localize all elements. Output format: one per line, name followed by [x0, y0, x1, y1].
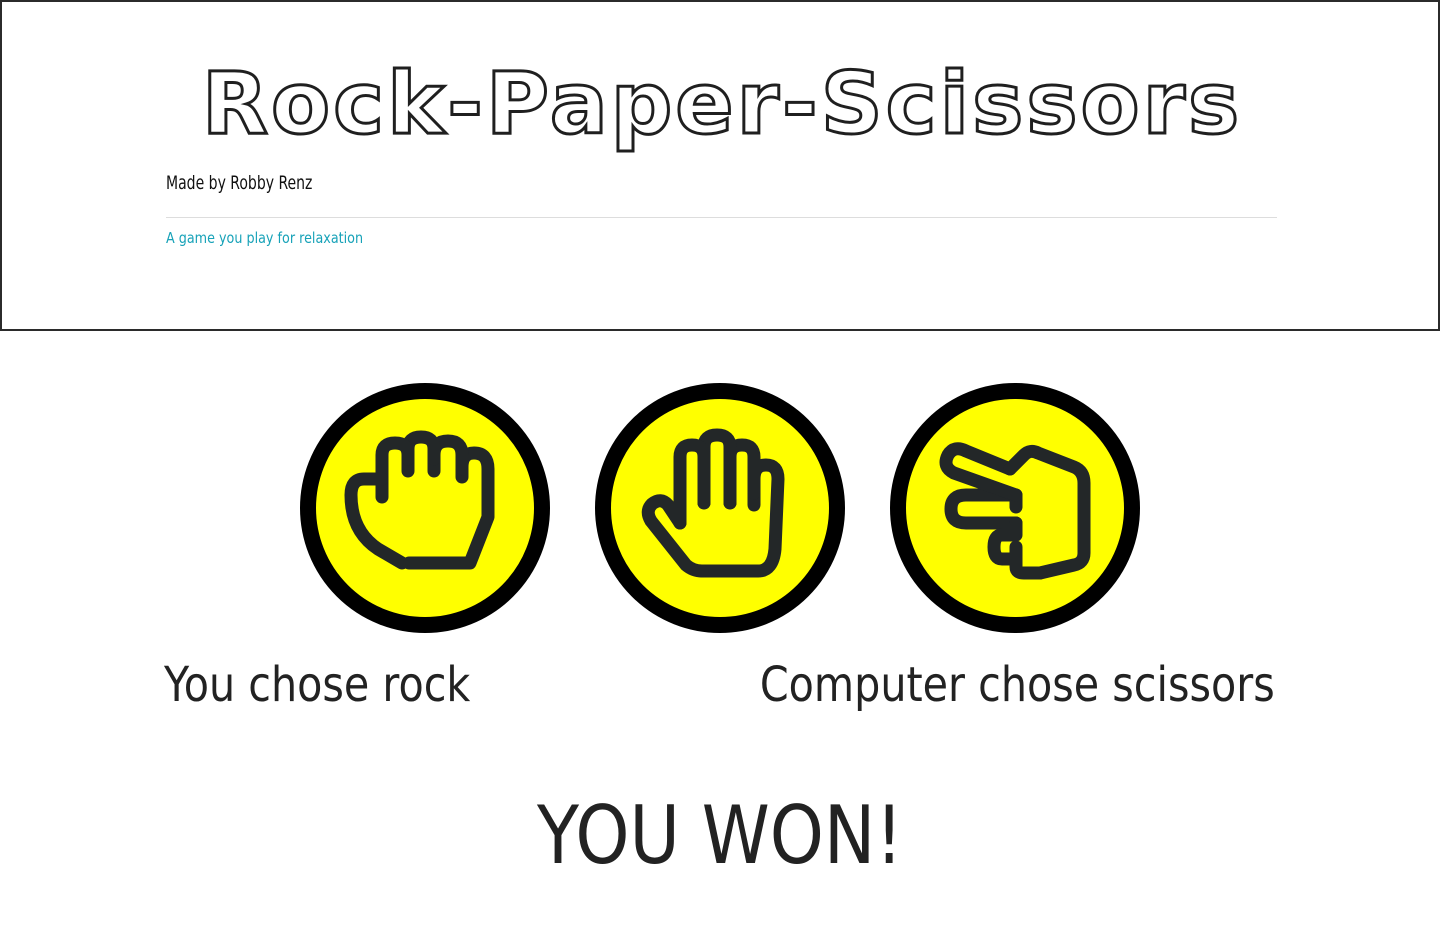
scissors-button[interactable]: [890, 383, 1140, 633]
result-verdict: YOU WON!: [537, 789, 903, 882]
computer-choice-text: Computer chose scissors: [760, 657, 1275, 713]
user-choice-text: You chose rock: [164, 657, 471, 713]
open-hand-icon: [641, 428, 785, 578]
fist-icon: [344, 430, 495, 570]
page-title: Rock-Paper-Scissors: [200, 53, 1243, 156]
scissors-hand-icon: [939, 442, 1091, 580]
tagline: A game you play for relaxation: [166, 229, 364, 247]
divider: [166, 217, 1277, 218]
header-jumbotron: Rock-Paper-Scissors Made by Robby Renz A…: [0, 0, 1440, 331]
paper-button[interactable]: [595, 383, 845, 633]
rock-button[interactable]: [300, 383, 550, 633]
author-credit: Made by Robby Renz: [166, 172, 313, 194]
